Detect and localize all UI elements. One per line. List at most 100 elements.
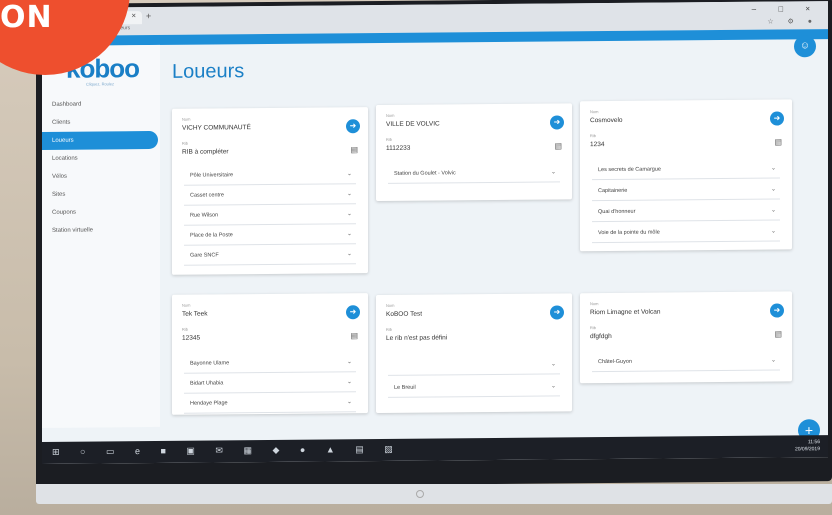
chevron-down-icon: ⌄	[346, 379, 352, 386]
sidebar: koboo Cliquez, Roulez Dashboard Clients …	[42, 44, 160, 428]
app-tagline: Cliquez, Roulez	[86, 81, 115, 87]
chevron-down-icon: ⌄	[346, 191, 352, 198]
loueur-name: VILLE DE VOLVIC	[386, 120, 440, 128]
loueur-card: Nom KoBOO Test ➜ Rib Le rib n'est pas dé…	[376, 293, 572, 414]
site-row[interactable]: Les secrets de Camargue ⌄	[592, 159, 780, 181]
open-arrow-icon[interactable]: ➜	[346, 305, 360, 320]
rib-label: Rib	[590, 133, 597, 139]
chevron-down-icon: ⌄	[550, 169, 556, 176]
document-icon[interactable]: ▤	[774, 137, 782, 146]
rib-label: Rib	[590, 325, 597, 331]
site-row[interactable]: Bidart Uhabia ⌄	[184, 373, 356, 394]
rib-label: Rib	[182, 140, 189, 146]
window-controls[interactable]: – □ ×	[752, 4, 820, 14]
loueur-name: VICHY COMMUNAUTÉ	[182, 124, 251, 132]
site-label: Le Breuil	[394, 384, 416, 391]
rib-label: Rib	[386, 326, 393, 332]
chevron-down-icon: ⌄	[770, 228, 776, 235]
site-label: Châtel-Guyon	[598, 358, 632, 366]
rib-label: Rib	[182, 326, 189, 332]
site-label: Bayonne Ulame	[190, 360, 230, 367]
chevron-down-icon: ⌄	[346, 399, 352, 406]
loueur-name: Cosmovelo	[590, 116, 623, 125]
document-icon[interactable]: ▤	[774, 329, 782, 338]
chevron-down-icon: ⌄	[346, 211, 352, 218]
site-label: Quai d'honneur	[598, 208, 636, 216]
loueur-card: Nom VILLE DE VOLVIC ➜ Rib 1112233 ▤ Stat…	[376, 103, 572, 202]
chevron-down-icon: ⌄	[550, 383, 556, 390]
sidebar-item-sites[interactable]: Sites	[42, 185, 160, 204]
site-row[interactable]: Rue Wilson ⌄	[184, 205, 356, 226]
rib-label: Rib	[386, 136, 393, 142]
site-row[interactable]: Pôle Universitaire ⌄	[184, 165, 356, 186]
loueur-rib: Le rib n'est pas défini	[386, 334, 448, 342]
site-row[interactable]: ⌄	[388, 355, 560, 376]
site-label: Station du Goulet - Volvic	[394, 170, 456, 177]
site-row[interactable]: Quai d'honneur ⌄	[592, 201, 780, 223]
site-row[interactable]: Bayonne Ulame ⌄	[184, 353, 356, 374]
avatar-icon[interactable]: ☺	[794, 35, 816, 58]
sidebar-nav: Dashboard Clients Loueurs Locations Vélo…	[42, 95, 160, 240]
document-icon[interactable]: ▤	[350, 331, 358, 340]
site-row[interactable]: Capitainerie ⌄	[592, 180, 780, 202]
site-row[interactable]: Casset centre ⌄	[184, 185, 356, 206]
main-content: Loueurs ☺ Nom VICHY COMMUNAUTÉ ➜ Rib RIB…	[160, 35, 828, 442]
site-label: Rue Wilson	[190, 212, 219, 219]
monitor-chin	[36, 484, 832, 504]
sidebar-item-velos[interactable]: Vélos	[42, 167, 160, 186]
loueur-card: Nom Tek Teek ➜ Rib 12345 ▤ Bayonne Ulame…	[172, 293, 368, 415]
open-arrow-icon[interactable]: ➜	[770, 303, 784, 318]
loueur-card: Nom VICHY COMMUNAUTÉ ➜ Rib RIB à complét…	[172, 107, 368, 275]
sidebar-item-clients[interactable]: Clients	[42, 113, 160, 132]
site-row[interactable]: Le Breuil ⌄	[388, 377, 560, 398]
site-row[interactable]: Place de la Poste ⌄	[184, 225, 356, 246]
site-row[interactable]: Châtel-Guyon ⌄	[592, 351, 780, 373]
loueur-rib: 1112233	[386, 144, 411, 152]
sidebar-item-station-virtuelle[interactable]: Station virtuelle	[42, 221, 160, 240]
taskbar-clock: 11:56 20/09/2019	[795, 439, 820, 453]
open-arrow-icon[interactable]: ➜	[770, 111, 784, 126]
site-label: Pôle Universitaire	[190, 172, 234, 179]
new-tab-icon[interactable]: +	[146, 11, 151, 21]
document-icon[interactable]: ▤	[350, 145, 358, 154]
chevron-down-icon: ⌄	[346, 231, 352, 238]
site-row[interactable]: Voie de la pointe du môle ⌄	[592, 222, 780, 244]
monitor: × + – □ × koboo3.openum.fr/loueurs ☆ ⚙ ●…	[36, 0, 832, 489]
site-row[interactable]: Hendaye Plage ⌄	[184, 393, 356, 414]
site-label: Les secrets de Camargue	[598, 166, 661, 174]
page-title: Loueurs	[172, 60, 245, 83]
sidebar-item-locations[interactable]: Locations	[42, 149, 160, 168]
loueur-card: Nom Cosmovelo ➜ Rib 1234 ▤ Les secrets d…	[580, 99, 792, 252]
loueur-rib: 1234	[590, 141, 605, 149]
chevron-down-icon: ⌄	[770, 357, 776, 364]
loueur-rib: RIB à compléter	[182, 148, 229, 156]
site-label: Bidart Uhabia	[190, 380, 224, 387]
site-row[interactable]: Station du Goulet - Volvic ⌄	[388, 163, 560, 184]
chevron-down-icon: ⌄	[550, 361, 556, 368]
open-arrow-icon[interactable]: ➜	[550, 115, 564, 130]
site-label: Place de la Poste	[190, 232, 233, 239]
loueur-name: Tek Teek	[182, 310, 208, 318]
chevron-down-icon: ⌄	[770, 207, 776, 214]
toolbar-icons[interactable]: ☆ ⚙ ●	[767, 17, 818, 25]
site-label: Casset centre	[190, 192, 224, 199]
site-label: Hendaye Plage	[190, 400, 228, 407]
name-label: Nom	[386, 302, 395, 308]
document-icon[interactable]: ▤	[554, 141, 562, 150]
chevron-down-icon: ⌄	[346, 171, 352, 178]
sidebar-item-loueurs[interactable]: Loueurs	[42, 130, 158, 150]
chevron-down-icon: ⌄	[770, 186, 776, 193]
name-label: Nom	[590, 301, 599, 307]
site-label: Capitainerie	[598, 187, 628, 195]
chevron-down-icon: ⌄	[770, 165, 776, 172]
taskbar-icons[interactable]: ⊞ ○ ▭ e ■ ▣ ✉ ▦ ◆ ● ▲ ▤ ▧	[52, 444, 402, 458]
name-label: Nom	[386, 112, 395, 118]
sidebar-item-coupons[interactable]: Coupons	[42, 203, 160, 222]
open-arrow-icon[interactable]: ➜	[346, 119, 360, 134]
site-row[interactable]: Gare SNCF ⌄	[184, 245, 356, 266]
loueur-card: Nom Riom Limagne et Volcan ➜ Rib dfgfdgh…	[580, 291, 792, 384]
open-arrow-icon[interactable]: ➜	[550, 305, 564, 320]
name-label: Nom	[182, 302, 191, 308]
tab-close-icon[interactable]: ×	[131, 11, 136, 20]
sidebar-item-dashboard[interactable]: Dashboard	[42, 95, 160, 114]
